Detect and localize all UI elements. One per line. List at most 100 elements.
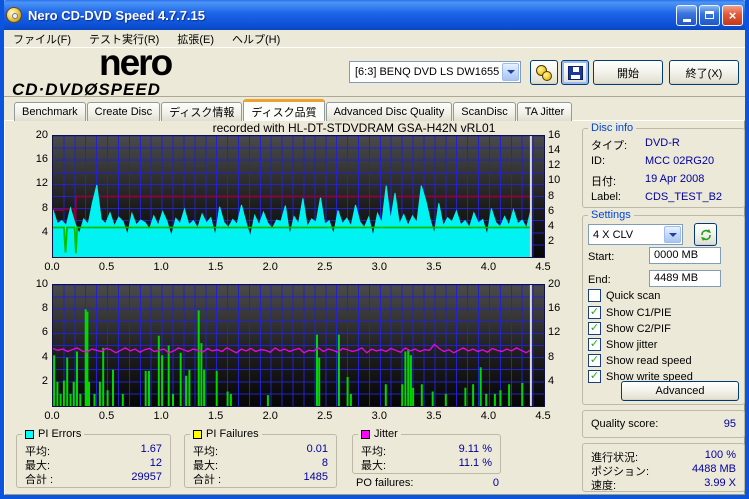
tab-scandisc[interactable]: ScanDisc [453,102,516,121]
disc-type-label: タイプ: [591,140,628,152]
progress-value: 100 % [704,449,736,461]
axis-tick-label: 8 [548,189,555,202]
checkbox-icon: ✓ [588,338,601,351]
axis-tick-label: 0.0 [44,261,60,273]
axis-tick-label: 1.5 [208,410,224,422]
axis-tick-label: 3.0 [371,410,387,422]
axis-tick-label: 8 [41,201,48,214]
disc-id-label: ID: [591,155,606,167]
po-failures-row: PO failures: 0 [356,477,499,490]
title-bar[interactable]: Nero CD-DVD Speed 4.7.7.15 × [4,0,745,30]
axis-tick-label: 2 [41,374,48,387]
checkbox-label: Quick scan [606,289,661,302]
options-button[interactable] [530,60,558,85]
stat-label: 最大: [361,460,387,472]
minimize-button[interactable] [676,4,697,26]
pi-failures-chart [52,284,545,407]
chevron-down-icon[interactable] [502,63,519,81]
po-failures-value: 0 [492,477,499,489]
save-button[interactable] [561,60,589,85]
menu-help[interactable]: ヘルプ(H) [223,30,289,48]
jitter-stats-box: Jitter 平均: 9.11 % 最大: 11.1 % [352,428,501,474]
speed-select[interactable]: 4 X CLV [588,224,683,245]
axis-tick-label: 16 [35,153,48,166]
checkbox-quick-scan[interactable]: Quick scan [588,289,660,302]
stat-value: 1485 [303,471,328,483]
disc-date-value: 19 Apr 2008 [645,173,705,185]
stat-value: 12 [149,457,162,469]
axis-tick-label: 4.5 [535,261,551,273]
end-input[interactable]: 4489 MB [649,270,721,287]
refresh-button[interactable] [694,223,717,246]
pi-errors-chart [52,135,545,258]
checkbox-show-c1-pie[interactable]: ✓ Show C1/PIE [588,306,671,319]
axis-tick-label: 6 [41,326,48,339]
maximize-button[interactable] [699,4,720,26]
axis-tick-label: 4.0 [480,261,497,273]
speed-value: 3.99 X [704,477,736,489]
axis-tick-label: 3.5 [426,410,442,422]
tab-disc-info[interactable]: ディスク情報 [161,102,243,121]
menu-extra[interactable]: 拡張(E) [168,30,223,48]
axis-tick-label: 6 [548,204,555,217]
stat-value: 8 [321,457,328,469]
drive-select-value: [6:3] BENQ DVD LS DW1655 BCIB [355,66,502,78]
stat-value: 0.01 [306,443,328,455]
start-button[interactable]: 開始 [593,60,663,85]
checkbox-show-c2-pif[interactable]: ✓ Show C2/PIF [588,322,671,335]
chevron-down-icon[interactable] [664,226,681,243]
checkbox-show-read-speed[interactable]: ✓ Show read speed [588,354,692,367]
progress-box: 進行状況: 100 % ポジション: 4488 MB 速度: 3.99 X [582,443,745,492]
exit-button[interactable]: 終了(X) [669,60,739,85]
axis-tick-label: 12 [548,159,561,172]
axis-tick-label: 12 [548,326,561,339]
axis-tick-label: 4.5 [535,410,551,422]
disc-id-value: MCC 02RG20 [645,155,715,167]
nero-logo: nero [99,42,173,83]
disc-info-title: Disc info [588,122,637,135]
tab-benchmark[interactable]: Benchmark [14,102,86,121]
axis-tick-label: 1.0 [153,410,169,422]
tab-advanced-disc-quality[interactable]: Advanced Disc Quality [325,102,453,121]
axis-tick-label: 8 [41,302,48,315]
refresh-icon [700,228,711,241]
tab-create-disc[interactable]: Create Disc [86,102,161,121]
disc-date-label: 日付: [591,176,617,188]
axis-tick-label: 2.0 [262,410,278,422]
settings-title: Settings [588,209,634,222]
tab-ta-jitter[interactable]: TA Jitter [516,102,573,121]
axis-tick-label: 0.5 [98,410,115,422]
axis-tick-label: 16 [548,302,561,315]
close-button[interactable]: × [722,4,743,26]
stat-label: 平均: [361,446,387,458]
disc-type-value: DVD-R [645,137,680,149]
axis-tick-label: 4 [548,374,555,387]
menu-file[interactable]: ファイル(F) [4,30,80,48]
tab-disc-quality[interactable]: ディスク品質 [243,99,325,121]
start-input[interactable]: 0000 MB [649,247,721,264]
quality-score-label: Quality score: [591,418,659,430]
axis-tick-label: 2.5 [317,261,333,273]
position-value: 4488 MB [691,463,736,475]
tab-bar: Benchmark Create Disc ディスク情報 ディスク品質 Adva… [14,99,573,121]
stat-label: 最大: [193,460,219,472]
stat-value: 1.67 [140,443,162,455]
speed-select-value: 4 X CLV [593,228,634,241]
po-failures-label: PO failures: [356,477,414,489]
axis-tick-label: 20 [548,278,561,290]
progress-label: 進行状況: [591,452,639,464]
axis-tick-label: 3.0 [371,261,387,273]
axis-tick-label: 10 [35,278,48,290]
axis-tick-label: 16 [548,129,561,141]
checkbox-show-jitter[interactable]: ✓ Show jitter [588,338,657,351]
pi-failures-legend-swatch [193,430,202,439]
checkbox-icon: ✓ [588,354,601,367]
checkbox-icon: ✓ [588,322,601,335]
drive-select[interactable]: [6:3] BENQ DVD LS DW1655 BCIB [349,61,521,83]
axis-tick-label: 2.5 [317,410,333,422]
advanced-button[interactable]: Advanced [621,381,739,401]
pi-errors-stats-box: PI Errors 平均: 1.67 最大: 12 合計 : 29957 [16,428,171,488]
app-window: Nero CD-DVD Speed 4.7.7.15 × ファイル(F) テスト… [0,0,749,499]
gears-icon [535,64,553,81]
window-title: Nero CD-DVD Speed 4.7.7.15 [28,7,206,23]
